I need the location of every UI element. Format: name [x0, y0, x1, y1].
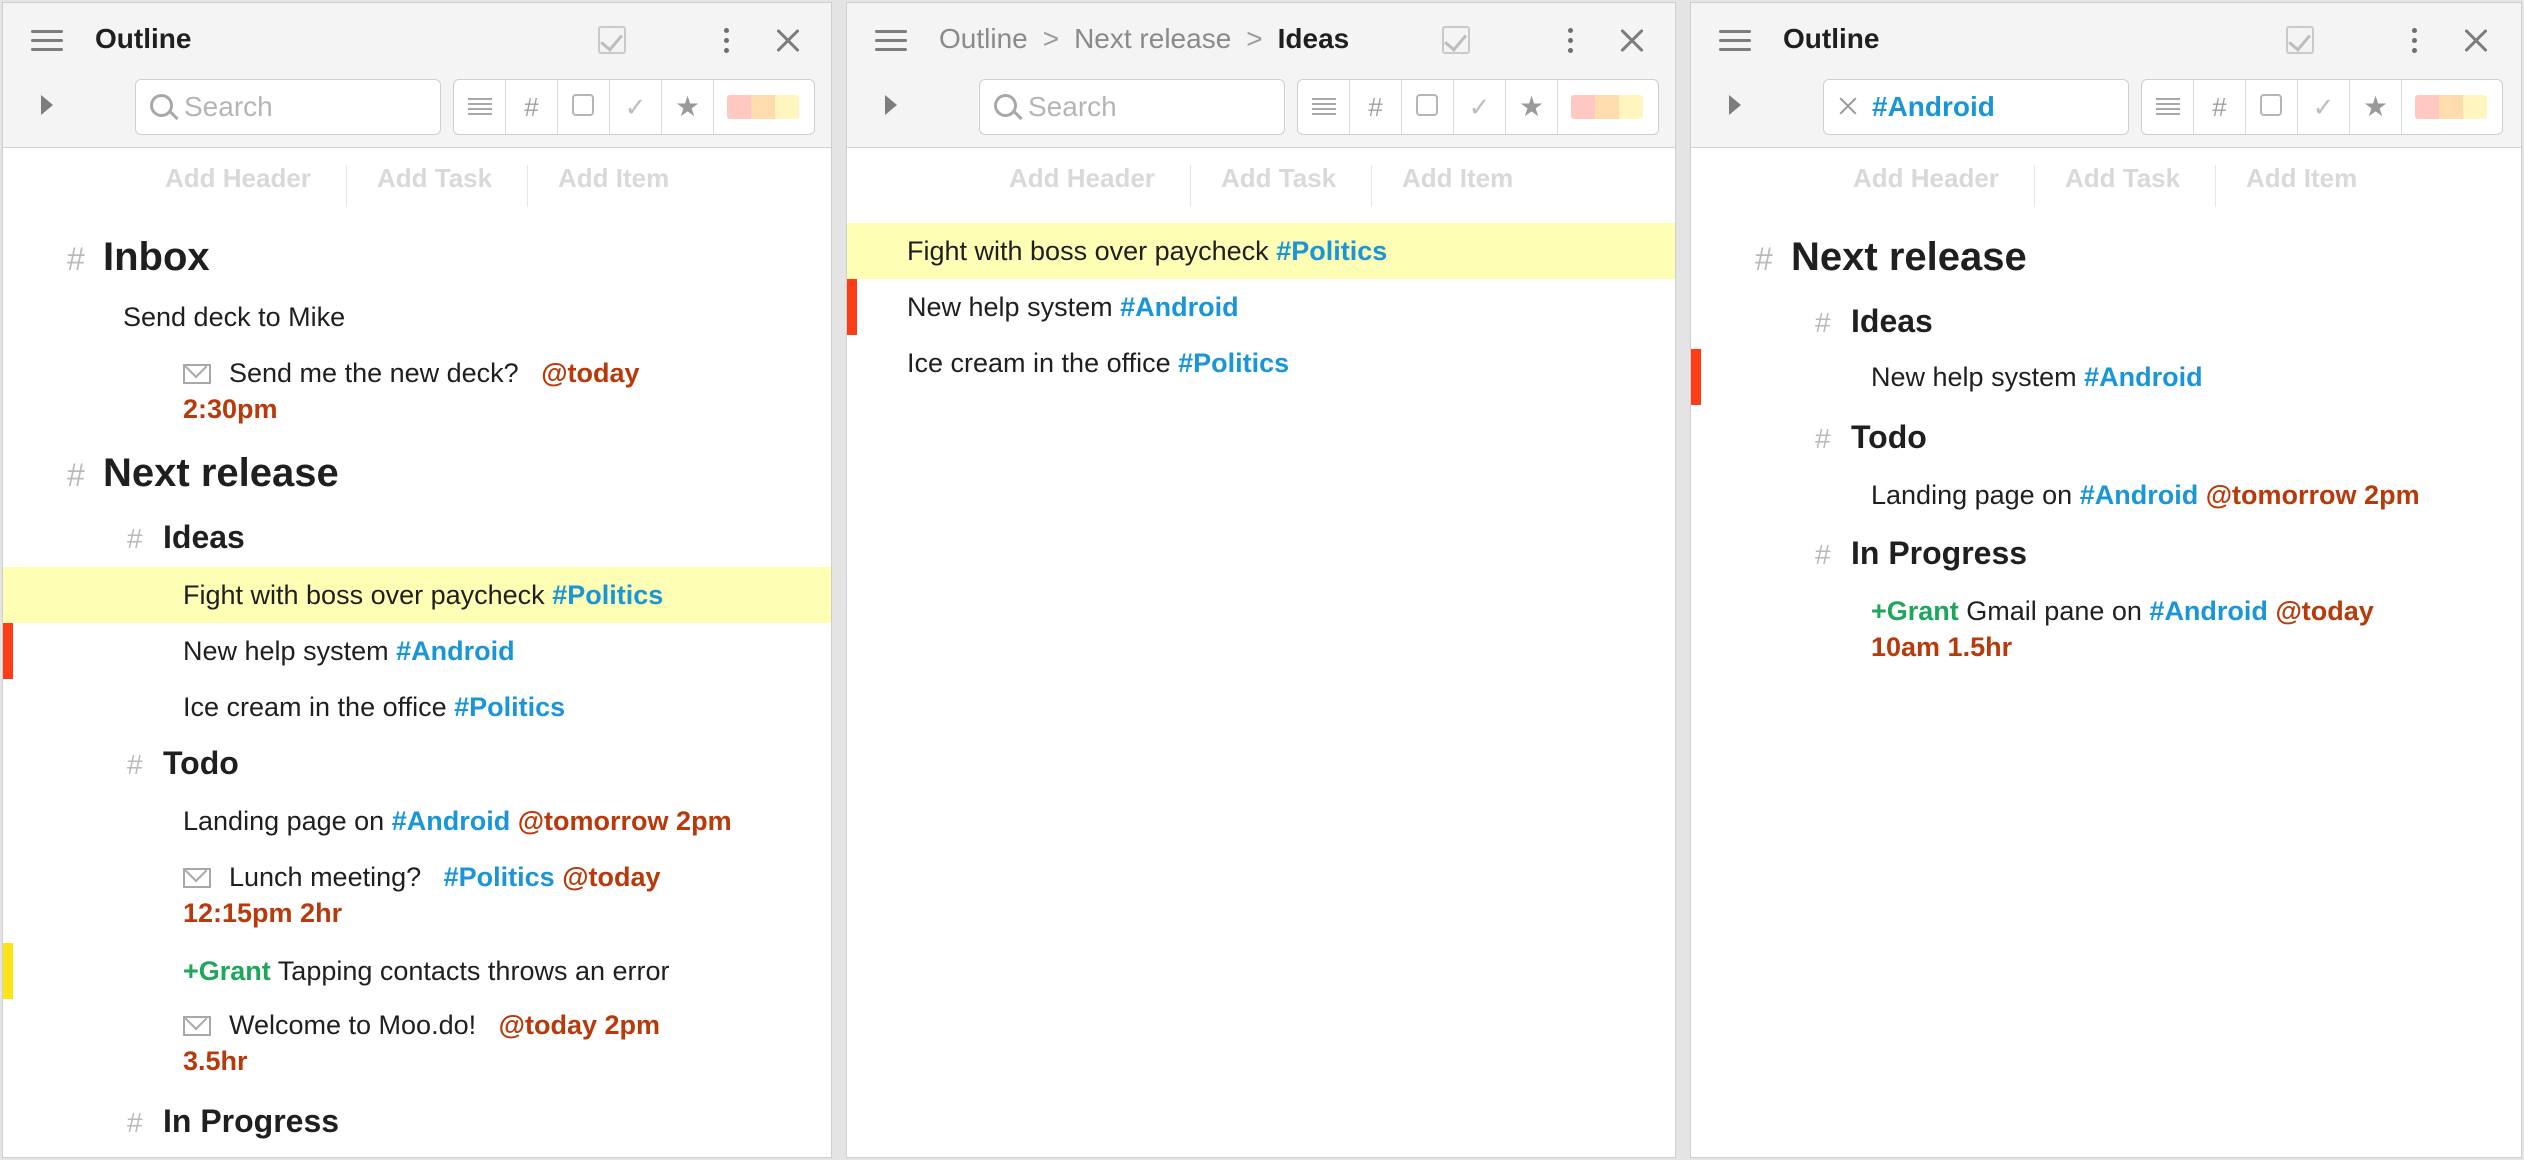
- tag-label[interactable]: #Android: [1120, 292, 1239, 322]
- header-next-release[interactable]: # Next release: [1691, 235, 2521, 285]
- priority-marker: [3, 623, 13, 679]
- date-badge[interactable]: @today: [562, 862, 660, 892]
- list-item[interactable]: Landing page on #Android @tomorrow 2pm: [3, 803, 831, 843]
- list-item[interactable]: Send deck to Mike: [3, 299, 831, 339]
- outline-list: Fight with boss over paycheck #Politics …: [847, 3, 1675, 1157]
- header-title: Ideas: [1851, 303, 1933, 339]
- ideas-panel: Outline>Next release>Ideas # ✓ ★ Add Hea…: [846, 2, 1676, 1158]
- item-text: Lunch meeting?: [229, 862, 422, 892]
- list-item[interactable]: New help system #Android: [1691, 349, 2521, 405]
- hash-icon[interactable]: #: [67, 241, 85, 278]
- item-text: Fight with boss over paycheck: [907, 236, 1269, 266]
- list-item[interactable]: New help system #Android: [3, 623, 831, 679]
- list-item-highlighted[interactable]: Fight with boss over paycheck #Politics: [3, 567, 831, 623]
- list-item[interactable]: +Grant Gmail pane on #Android @today 10a…: [1691, 593, 2521, 669]
- header-title: Ideas: [163, 519, 245, 555]
- person-tag[interactable]: +Grant: [183, 956, 271, 986]
- item-text: New help system: [1871, 362, 2077, 392]
- priority-marker: [1691, 349, 1701, 405]
- list-item[interactable]: Ice cream in the office #Politics: [847, 335, 1675, 391]
- header-title: Todo: [163, 745, 239, 781]
- item-text: Fight with boss over paycheck: [183, 580, 545, 610]
- priority-marker: [3, 943, 13, 999]
- header-title: Todo: [1851, 419, 1927, 455]
- header-title: In Progress: [163, 1103, 340, 1139]
- priority-marker: [847, 279, 857, 335]
- tag-label[interactable]: #Android: [2084, 362, 2203, 392]
- item-text: Landing page on: [1871, 480, 2073, 510]
- hash-icon[interactable]: #: [1755, 241, 1773, 278]
- hash-icon[interactable]: #: [1815, 539, 1831, 571]
- item-text: Welcome to Moo.do!: [229, 1010, 477, 1040]
- hash-icon[interactable]: #: [127, 1107, 143, 1139]
- tag-label[interactable]: #Android: [2080, 480, 2199, 510]
- item-text: Landing page on: [183, 806, 385, 836]
- email-icon: [183, 1016, 211, 1036]
- item-text: Ice cream in the office: [183, 692, 447, 722]
- header-todo[interactable]: # Todo: [3, 745, 831, 787]
- item-text: Gmail pane on: [1966, 596, 2142, 626]
- item-text: Send me the new deck?: [229, 358, 519, 388]
- header-title: Inbox: [103, 235, 210, 279]
- header-in-progress[interactable]: # In Progress: [3, 1103, 831, 1145]
- android-filter-panel: Outline # ✓ ★ Add Header Add Task Add It…: [1690, 2, 2522, 1158]
- item-text: New help system: [907, 292, 1113, 322]
- outline-list: # Next release # Ideas New help system #…: [1691, 3, 2521, 1157]
- date-badge[interactable]: @today 2pm: [499, 1010, 660, 1040]
- tag-label[interactable]: #Politics: [552, 580, 663, 610]
- list-item[interactable]: Ice cream in the office #Politics: [3, 679, 831, 735]
- item-text: Tapping contacts throws an error: [277, 956, 670, 986]
- date-badge[interactable]: @tomorrow 2pm: [2206, 480, 2420, 510]
- list-item[interactable]: New help system #Android: [847, 279, 1675, 335]
- list-item[interactable]: Landing page on #Android @tomorrow 2pm: [1691, 477, 2521, 517]
- item-text: Ice cream in the office: [907, 348, 1171, 378]
- list-item[interactable]: Send me the new deck? @today 2:30pm: [3, 355, 831, 431]
- header-ideas[interactable]: # Ideas: [1691, 303, 2521, 345]
- header-ideas[interactable]: # Ideas: [3, 519, 831, 561]
- list-item[interactable]: +Grant Tapping contacts throws an error: [3, 943, 831, 999]
- tag-label[interactable]: #Android: [2149, 596, 2268, 626]
- date-badge[interactable]: 10am 1.5hr: [1871, 632, 2012, 662]
- date-badge[interactable]: 12:15pm 2hr: [183, 898, 342, 928]
- outline-list: # Inbox Send deck to Mike Send me the ne…: [3, 3, 831, 1157]
- date-badge[interactable]: @today: [2275, 596, 2373, 626]
- hash-icon[interactable]: #: [127, 749, 143, 781]
- header-title: Next release: [1791, 235, 2027, 279]
- tag-label[interactable]: #Politics: [444, 862, 555, 892]
- date-badge[interactable]: 3.5hr: [183, 1046, 248, 1076]
- header-next-release[interactable]: # Next release: [3, 451, 831, 501]
- email-icon: [183, 364, 211, 384]
- date-badge[interactable]: 2:30pm: [183, 394, 278, 424]
- hash-icon[interactable]: #: [127, 523, 143, 555]
- outline-panel: Outline # ✓ ★ Add Header Add Task Add It…: [2, 2, 832, 1158]
- list-item[interactable]: Welcome to Moo.do! @today 2pm 3.5hr: [3, 1007, 831, 1083]
- tag-label[interactable]: #Politics: [1276, 236, 1387, 266]
- tag-label[interactable]: #Android: [396, 636, 515, 666]
- item-text: New help system: [183, 636, 389, 666]
- list-item[interactable]: Lunch meeting? #Politics @today 12:15pm …: [3, 859, 831, 935]
- email-icon: [183, 868, 211, 888]
- item-text: Send deck to Mike: [123, 302, 346, 332]
- tag-label[interactable]: #Politics: [1178, 348, 1289, 378]
- header-todo[interactable]: # Todo: [1691, 419, 2521, 461]
- header-title: Next release: [103, 451, 339, 495]
- tag-label[interactable]: #Politics: [454, 692, 565, 722]
- hash-icon[interactable]: #: [1815, 423, 1831, 455]
- date-badge[interactable]: @tomorrow 2pm: [518, 806, 732, 836]
- person-tag[interactable]: +Grant: [1871, 596, 1959, 626]
- hash-icon[interactable]: #: [67, 457, 85, 494]
- tag-label[interactable]: #Android: [392, 806, 511, 836]
- hash-icon[interactable]: #: [1815, 307, 1831, 339]
- date-badge[interactable]: @today: [541, 358, 639, 388]
- header-in-progress[interactable]: # In Progress: [1691, 535, 2521, 577]
- list-item-highlighted[interactable]: Fight with boss over paycheck #Politics: [847, 223, 1675, 279]
- header-inbox[interactable]: # Inbox: [3, 235, 831, 285]
- header-title: In Progress: [1851, 535, 2028, 571]
